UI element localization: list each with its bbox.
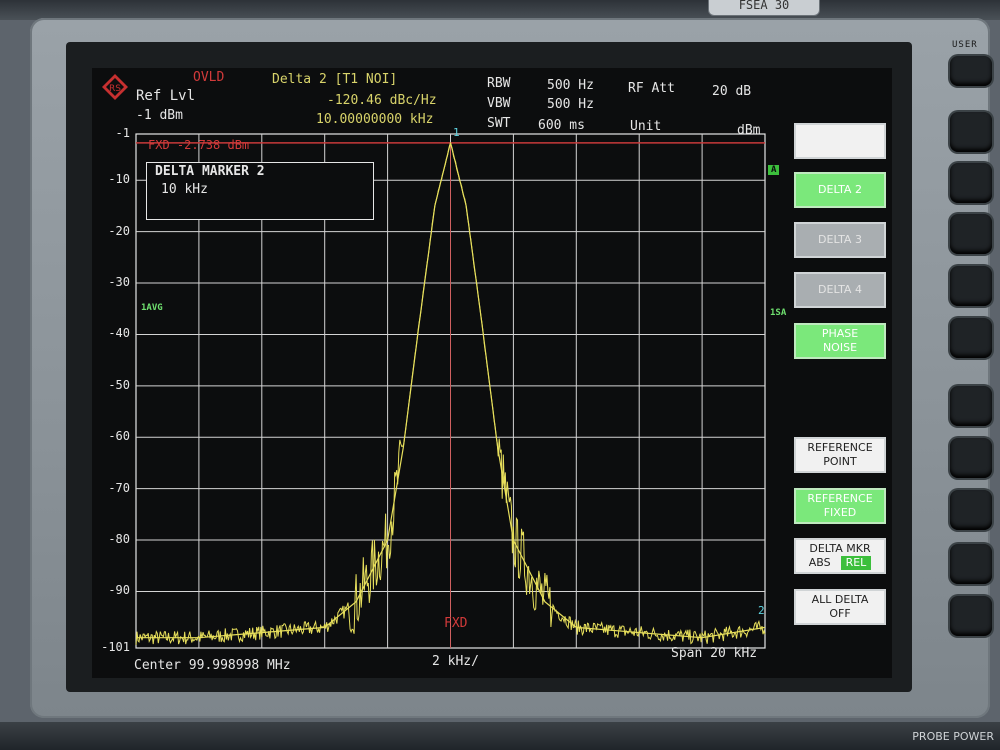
delta-marker-box: DELTA MARKER 2 10 kHz (146, 162, 374, 220)
softkey-delta-mkr-line1: DELTA MKR (809, 542, 871, 555)
hardware-softkey-button[interactable] (950, 163, 992, 203)
y-tick-label: -1 (115, 126, 130, 140)
softkey-delta-4[interactable]: DELTA 4 (794, 272, 886, 308)
softkey-reference-fixed-line2: FIXED (823, 506, 857, 519)
softkey-blank[interactable] (794, 123, 886, 159)
softkey-reference-point-line1: REFERENCE (807, 441, 873, 454)
y-tick-label: -90 (108, 583, 130, 598)
softkey-reference-point[interactable]: REFERENCE POINT (794, 437, 886, 473)
hardware-softkey-button[interactable] (950, 56, 992, 86)
hardware-softkey-button[interactable] (950, 214, 992, 254)
softkey-delta-mkr[interactable]: DELTA MKR ABS REL (794, 538, 886, 574)
y-tick-label: -20 (108, 223, 130, 238)
marker-1-tag: 1 (453, 126, 460, 139)
sa-tag: 1SA (770, 308, 787, 318)
marker-2-tag: 2 (758, 604, 765, 617)
softkey-abs-option: ABS (808, 556, 831, 569)
softkey-reference-fixed-line1: REFERENCE (807, 492, 873, 505)
hardware-softkey-button[interactable] (950, 596, 992, 636)
y-tick-label: -70 (108, 480, 130, 495)
y-tick-label: -40 (108, 326, 130, 341)
softkey-delta-2-label: DELTA 2 (818, 183, 862, 196)
avg-label: 1AVG (141, 303, 163, 313)
bottom-bar (0, 722, 1000, 750)
softkey-phase-noise[interactable]: PHASE NOISE (794, 323, 886, 359)
hardware-softkey-button[interactable] (950, 490, 992, 530)
y-tick-label: -50 (108, 377, 130, 392)
softkey-delta-3-label: DELTA 3 (818, 233, 862, 246)
softkey-delta-2[interactable]: DELTA 2 (794, 172, 886, 208)
hardware-softkey-button[interactable] (950, 318, 992, 358)
y-tick-label: -60 (108, 429, 130, 444)
softkey-delta-4-label: DELTA 4 (818, 283, 862, 296)
hardware-softkey-button[interactable] (950, 386, 992, 426)
y-tick-label: -80 (108, 532, 130, 547)
trace-a-tag: A (768, 165, 780, 175)
per-division: 2 kHz/ (432, 654, 479, 669)
softkey-reference-point-line2: POINT (823, 455, 857, 468)
softkey-rel-option: REL (840, 556, 872, 570)
hardware-softkey-button[interactable] (950, 544, 992, 584)
center-frequency: Center 99.998998 MHz (134, 658, 291, 673)
hardware-softkey-button[interactable] (950, 266, 992, 306)
softkey-phase-noise-line2: NOISE (822, 341, 858, 354)
hardware-softkey-button[interactable] (950, 438, 992, 478)
spectrum-plot (135, 133, 766, 649)
delta-marker-value: 10 kHz (161, 182, 208, 197)
softkey-delta-3[interactable]: DELTA 3 (794, 222, 886, 258)
softkey-all-delta-off[interactable]: ALL DELTA OFF (794, 589, 886, 625)
softkey-delta-mkr-toggle: ABS REL (809, 556, 872, 570)
y-tick-label: -30 (108, 275, 130, 290)
probe-power-label: PROBE POWER (912, 730, 994, 743)
y-tick-label: -101 (101, 640, 130, 654)
softkey-all-delta-off-line1: ALL DELTA (811, 593, 869, 606)
softkey-phase-noise-line1: PHASE (821, 327, 859, 340)
span-frequency: Span 20 kHz (671, 646, 758, 661)
fxd-marker-label: FXD (444, 616, 468, 631)
softkey-reference-fixed[interactable]: REFERENCE FIXED (794, 488, 886, 524)
delta-marker-title: DELTA MARKER 2 (155, 164, 265, 179)
hardware-softkey-button[interactable] (950, 112, 992, 152)
fxd-line-label: FXD -2.738 dBm (148, 138, 250, 152)
y-tick-label: -10 (108, 172, 130, 187)
softkey-all-delta-off-line2: OFF (829, 607, 851, 620)
